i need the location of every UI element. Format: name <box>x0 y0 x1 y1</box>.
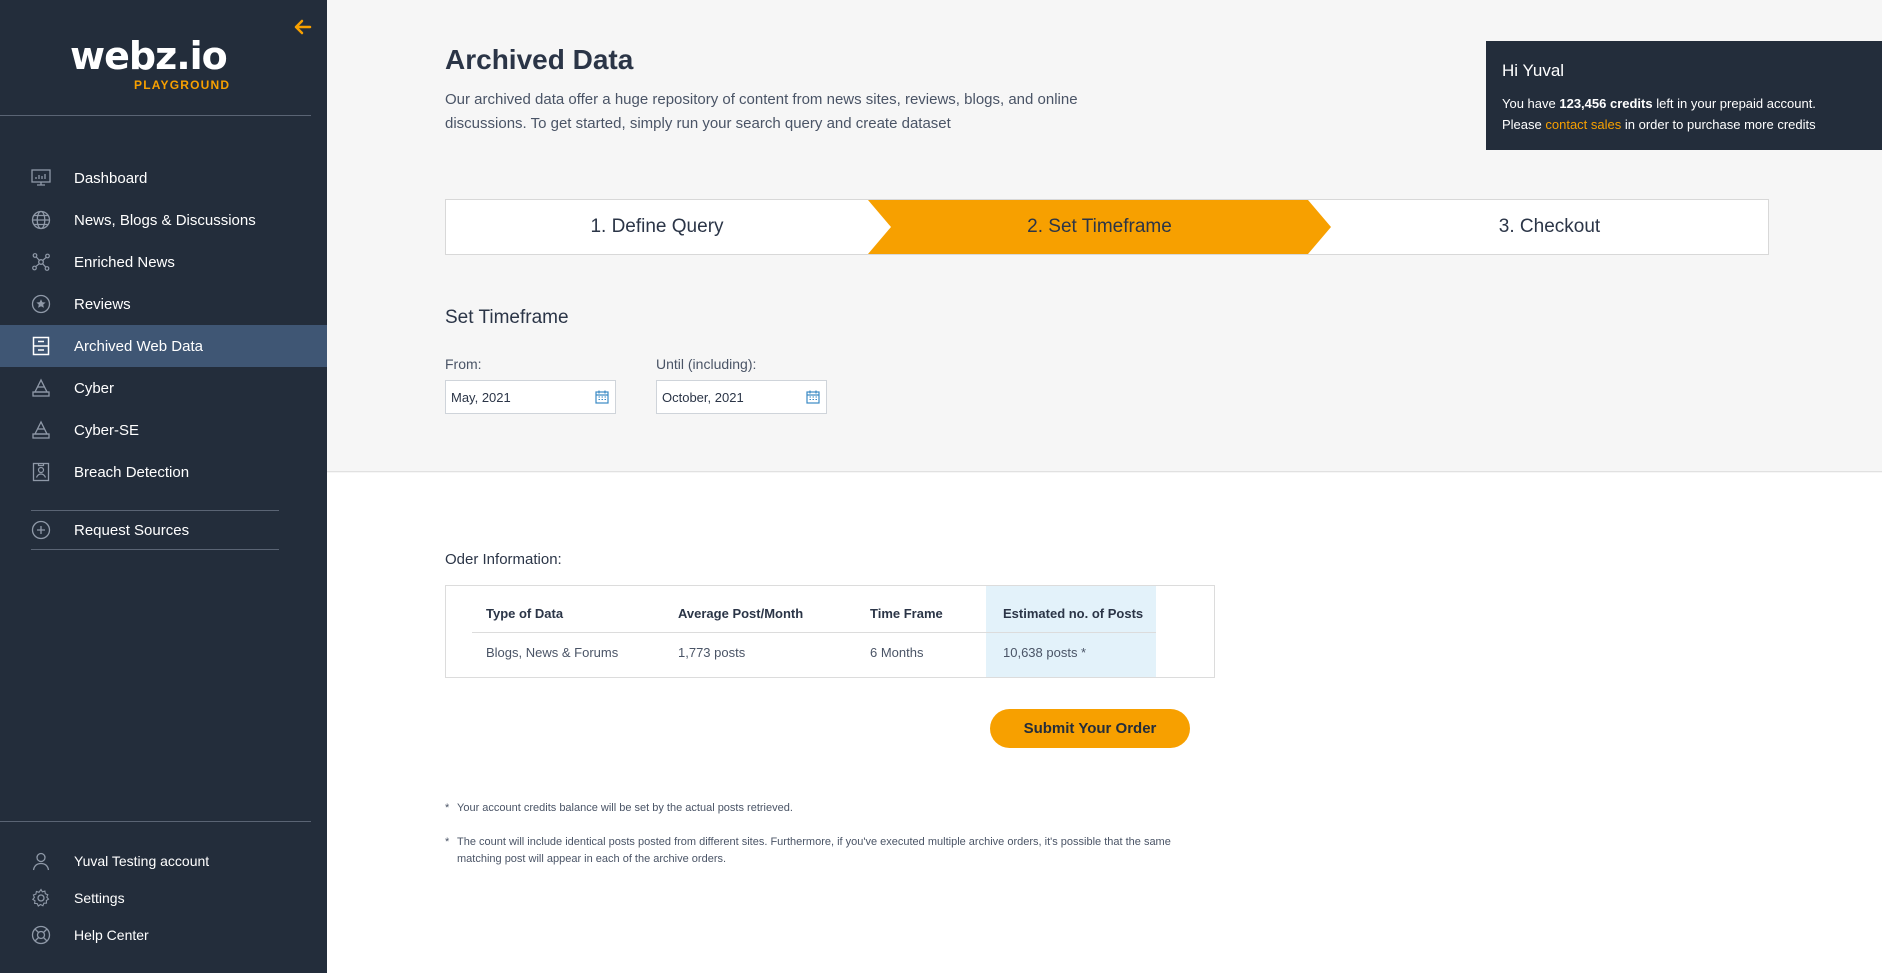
sidebar-item-account[interactable]: Yuval Testing account <box>0 842 327 879</box>
globe-icon <box>30 209 52 231</box>
footnote-marker: * <box>445 836 450 848</box>
header-estimated-posts: Estimated no. of Posts <box>1003 606 1144 621</box>
step-define-query[interactable]: 1. Define Query <box>446 200 868 254</box>
sidebar-nav: Dashboard News, Blogs & Discussions Enri… <box>0 157 327 493</box>
purchase-line: Please contact sales in order to purchas… <box>1502 114 1866 135</box>
sidebar-item-label: Cyber <box>74 379 115 397</box>
footnote-marker: * <box>445 802 450 814</box>
plus-circle-icon <box>30 519 52 541</box>
arrow-left-icon[interactable] <box>290 14 316 40</box>
cell-average-post: 1,773 posts <box>678 645 746 660</box>
from-date-input[interactable]: May, 2021 <box>445 380 616 414</box>
until-label: Until (including): <box>656 356 757 372</box>
sidebar-item-label: Breach Detection <box>74 463 190 481</box>
sidebar-item-news-blogs[interactable]: News, Blogs & Discussions <box>0 199 327 241</box>
cyber-icon <box>30 377 52 399</box>
credits-panel: Hi Yuval You have 123,456 credits left i… <box>1486 41 1882 150</box>
sidebar-item-label: Help Center <box>74 926 149 943</box>
logo-subtitle: PLAYGROUND <box>134 78 231 92</box>
sidebar-item-dashboard[interactable]: Dashboard <box>0 157 327 199</box>
dashboard-icon <box>30 167 52 189</box>
sidebar: webz.io PLAYGROUND Dashboard News, Blogs… <box>0 0 327 973</box>
section-title: Set Timeframe <box>445 307 569 328</box>
archive-icon <box>30 335 52 357</box>
sidebar-divider <box>0 821 311 822</box>
table-divider <box>472 632 1156 633</box>
step-set-timeframe[interactable]: 2. Set Timeframe <box>868 200 1331 254</box>
logo[interactable]: webz.io PLAYGROUND <box>70 36 250 96</box>
sidebar-item-label: Archived Web Data <box>74 337 203 355</box>
page-description: Our archived data offer a huge repositor… <box>445 91 1078 132</box>
star-circle-icon <box>30 293 52 315</box>
sidebar-item-label: Settings <box>74 889 125 906</box>
from-label: From: <box>445 356 482 372</box>
header-average-post: Average Post/Month <box>678 606 804 621</box>
purchase-prefix: Please <box>1502 117 1546 132</box>
greeting: Hi Yuval <box>1502 61 1565 80</box>
stepper: 1. Define Query 2. Set Timeframe 3. Chec… <box>445 199 1769 255</box>
purchase-suffix: in order to purchase more credits <box>1621 117 1816 132</box>
sidebar-item-enriched-news[interactable]: Enriched News <box>0 241 327 283</box>
header-type-of-data: Type of Data <box>486 606 564 621</box>
cell-time-frame: 6 Months <box>870 645 924 660</box>
sidebar-item-settings[interactable]: Settings <box>0 879 327 916</box>
footnote-text: Your account credits balance will be set… <box>457 802 793 814</box>
from-date-value: May, 2021 <box>451 389 511 405</box>
credits-line: You have 123,456 credits left in your pr… <box>1502 93 1866 114</box>
footnote: * Your account credits balance will be s… <box>445 800 1205 817</box>
sidebar-divider <box>0 115 311 116</box>
request-sources-divider <box>31 549 279 550</box>
credits-amount: 123,456 credits <box>1559 96 1653 111</box>
order-info-title: Oder Information: <box>445 551 562 568</box>
sidebar-item-label: Reviews <box>74 295 131 313</box>
sidebar-item-help-center[interactable]: Help Center <box>0 916 327 953</box>
network-icon <box>30 251 52 273</box>
until-date-value: October, 2021 <box>662 389 744 405</box>
sidebar-item-breach-detection[interactable]: Breach Detection <box>0 451 327 493</box>
order-table: Type of Data Average Post/Month Time Fra… <box>445 585 1215 678</box>
contact-sales-link[interactable]: contact sales <box>1545 117 1621 132</box>
gear-icon <box>30 887 52 909</box>
cyber-se-icon <box>30 419 52 441</box>
submit-order-button[interactable]: Submit Your Order <box>990 709 1190 748</box>
sidebar-item-label: News, Blogs & Discussions <box>74 211 256 229</box>
until-date-input[interactable]: October, 2021 <box>656 380 827 414</box>
sidebar-item-archived-web-data[interactable]: Archived Web Data <box>0 325 327 367</box>
sidebar-item-reviews[interactable]: Reviews <box>0 283 327 325</box>
request-sources-button[interactable]: Request Sources <box>0 510 327 550</box>
sidebar-item-label: Dashboard <box>74 169 148 187</box>
badge-icon <box>30 461 52 483</box>
sidebar-item-cyber-se[interactable]: Cyber-SE <box>0 409 327 451</box>
sidebar-bottom-nav: Yuval Testing account Settings Help Cent… <box>0 842 327 953</box>
footnote-text: The count will include identical posts p… <box>457 836 1171 865</box>
cell-estimated-posts: 10,638 posts * <box>1003 645 1087 660</box>
sidebar-item-label: Yuval Testing account <box>74 852 210 869</box>
lifebuoy-icon <box>30 924 52 946</box>
cell-type-of-data: Blogs, News & Forums <box>486 645 619 660</box>
request-sources-label: Request Sources <box>74 521 190 539</box>
credits-suffix: left in your prepaid account. <box>1652 96 1816 111</box>
user-icon <box>30 850 52 872</box>
footnote: * The count will include identical posts… <box>445 834 1205 868</box>
sidebar-item-cyber[interactable]: Cyber <box>0 367 327 409</box>
page-title: Archived Data <box>445 44 634 75</box>
credits-prefix: You have <box>1502 96 1560 111</box>
header-time-frame: Time Frame <box>870 606 943 621</box>
step-checkout[interactable]: 3. Checkout <box>1331 200 1768 254</box>
calendar-icon[interactable] <box>595 390 609 404</box>
calendar-icon[interactable] <box>806 390 820 404</box>
logo-text: webz.io <box>70 34 228 78</box>
sidebar-item-label: Enriched News <box>74 253 175 271</box>
sidebar-item-label: Cyber-SE <box>74 421 140 439</box>
